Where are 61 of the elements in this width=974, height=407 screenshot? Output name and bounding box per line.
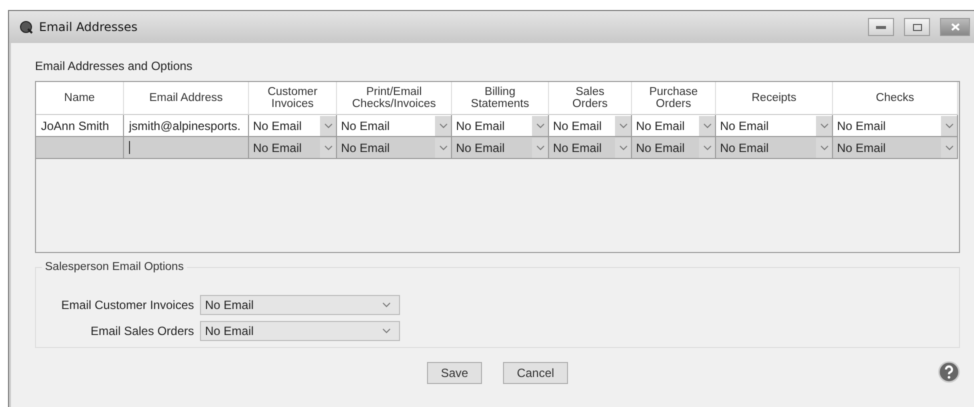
text-cursor — [129, 141, 130, 154]
option-dropdown[interactable]: No Email — [833, 137, 958, 159]
email-cell[interactable]: jsmith@alpinesports. — [124, 115, 249, 137]
chevron-down-icon — [324, 144, 332, 150]
column-header: Purchase Orders — [632, 82, 716, 115]
chevron-down-icon — [944, 144, 954, 150]
name-cell[interactable] — [36, 137, 124, 159]
option-dropdown[interactable]: No Email — [549, 137, 632, 159]
option-dropdown[interactable]: No Email — [452, 115, 549, 137]
section-title: Email Addresses and Options — [35, 59, 194, 73]
column-header: Print/Email Checks/Invoices — [337, 82, 452, 115]
chevron-down-icon — [820, 122, 828, 128]
column-header: Email Address — [124, 82, 249, 115]
chevron-down-icon — [702, 144, 712, 150]
chevron-down-icon — [618, 122, 628, 128]
option-dropdown[interactable]: No Email — [249, 137, 337, 159]
close-icon — [950, 23, 960, 31]
chevron-down-icon — [438, 144, 448, 150]
chevron-down-icon — [944, 122, 954, 128]
column-header: Sales Orders — [549, 82, 632, 115]
name-cell[interactable]: JoAnn Smith — [36, 115, 124, 137]
app-logo-icon — [19, 20, 33, 34]
option-dropdown[interactable]: No Email — [716, 137, 833, 159]
chevron-down-icon — [382, 328, 391, 334]
option-dropdown[interactable]: No Email — [549, 115, 632, 137]
column-header: Customer Invoices — [249, 82, 337, 115]
chevron-down-icon — [438, 122, 448, 128]
option-dropdown[interactable]: No Email — [337, 137, 452, 159]
window-title: Email Addresses — [39, 20, 139, 34]
option-dropdown[interactable]: No Email — [337, 115, 452, 137]
chevron-down-icon — [536, 144, 544, 150]
save-button[interactable]: Save — [427, 362, 482, 384]
option-dropdown[interactable]: No Email — [716, 115, 833, 137]
minimize-button[interactable] — [868, 18, 894, 36]
field-label: Email Sales Orders — [90, 324, 194, 338]
close-button[interactable] — [940, 18, 970, 36]
option-dropdown[interactable]: No Email — [200, 295, 400, 315]
chevron-down-icon — [618, 144, 628, 150]
option-dropdown[interactable]: No Email — [452, 137, 549, 159]
help-icon[interactable] — [938, 361, 960, 383]
column-header: Checks — [833, 82, 958, 115]
option-dropdown[interactable]: No Email — [833, 115, 958, 137]
option-dropdown[interactable]: No Email — [200, 321, 400, 341]
group-title: Salesperson Email Options — [44, 261, 185, 273]
maximize-icon — [912, 24, 922, 30]
chevron-down-icon — [324, 122, 332, 128]
cancel-button[interactable]: Cancel — [503, 362, 568, 384]
chevron-down-icon — [382, 302, 391, 308]
email-cell[interactable] — [124, 137, 249, 159]
chevron-down-icon — [702, 122, 712, 128]
maximize-button[interactable] — [904, 18, 930, 36]
chevron-down-icon — [536, 122, 544, 128]
option-dropdown[interactable]: No Email — [632, 115, 716, 137]
column-header: Name — [36, 82, 124, 115]
option-dropdown[interactable]: No Email — [249, 115, 337, 137]
option-dropdown[interactable]: No Email — [632, 137, 716, 159]
field-label: Email Customer Invoices — [60, 298, 194, 312]
column-header: Receipts — [716, 82, 833, 115]
chevron-down-icon — [820, 144, 828, 150]
minimize-icon — [876, 26, 886, 28]
column-header: Billing Statements — [452, 82, 549, 115]
